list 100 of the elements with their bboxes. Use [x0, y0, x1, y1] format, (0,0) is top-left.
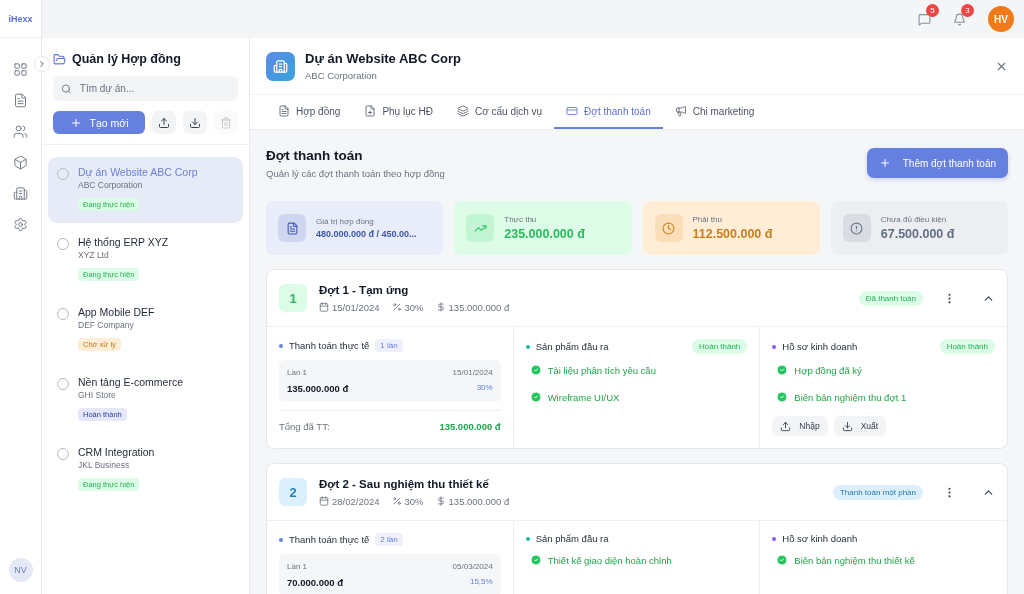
column-title: Thanh toán thực tế — [289, 340, 370, 351]
download-button[interactable] — [183, 111, 207, 134]
client-name: JKL Business — [78, 460, 130, 470]
stat-value: 112.500.000 đ — [692, 227, 773, 241]
stat-label: Phải thu — [692, 215, 723, 224]
box-icon — [13, 154, 28, 170]
entry-amount: 135.000.000 đ — [287, 383, 350, 394]
column-title: Sản phẩm đầu ra — [535, 341, 609, 352]
download-icon — [841, 420, 853, 432]
document-icon — [278, 105, 290, 117]
search-field[interactable]: Tìm dự án... — [53, 76, 238, 101]
batch-percent: 30% — [404, 301, 424, 313]
dollar-icon — [435, 496, 446, 506]
checklist-item: Thiết kế giao diện hoàn chỉnh — [547, 554, 672, 566]
building-icon — [13, 185, 28, 201]
batch-amount: 135.000.000 đ — [448, 495, 510, 507]
stat-label: Chưa đủ điều kiện — [880, 215, 948, 224]
batch-percent: 30% — [404, 495, 424, 507]
client-name: DEF Company — [78, 320, 134, 330]
check-circle-icon — [776, 364, 789, 376]
status-badge: Thanh toán một phần — [832, 484, 923, 500]
batch-amount: 135.000.000 đ — [448, 301, 510, 313]
import-button[interactable]: Nhập — [772, 416, 828, 436]
project-name: App Mobile DEF — [78, 306, 155, 318]
stat-value: 235.000.000 đ — [504, 227, 585, 241]
project-subtitle: ABC Corporation — [305, 70, 378, 81]
tab[interactable]: Cơ cấu dịch vụ — [444, 95, 555, 129]
stat-value: 67.500.000 đ — [880, 227, 955, 241]
trend-up-icon — [466, 214, 495, 242]
project-name: CRM Integration — [78, 446, 155, 458]
users-icon — [13, 123, 28, 139]
delete-button[interactable] — [214, 111, 238, 134]
add-payment-button[interactable]: Thêm đợt thanh toán — [866, 148, 1008, 178]
section-subtitle: Quản lý các đợt thanh toán theo hợp đồng — [266, 168, 445, 179]
dollar-icon — [435, 302, 446, 312]
entry-date: 05/03/2024 — [452, 562, 493, 571]
checklist-item: Hợp đồng đã ký — [794, 364, 862, 376]
percent-icon — [391, 496, 402, 506]
entry-amount: 70.000.000 đ — [287, 577, 344, 588]
calendar-icon — [319, 302, 329, 312]
check-circle-icon — [529, 554, 542, 566]
create-button[interactable]: Tạo mới — [53, 111, 145, 134]
checklist-item: Tài liệu phân tích yêu cầu — [547, 364, 656, 376]
project-title: Dự án Website ABC Corp — [305, 51, 463, 66]
expand-button[interactable] — [34, 56, 50, 72]
section-title: Đợt thanh toán — [266, 148, 364, 163]
checklist-item: Biên bản nghiệm thu đợt 1 — [794, 391, 907, 403]
check-circle-icon — [529, 364, 542, 376]
search-icon — [61, 82, 72, 95]
export-button[interactable]: Xuất — [833, 416, 887, 436]
batch-number: 2 — [279, 478, 307, 506]
total-label: Tổng đã TT: — [279, 421, 330, 432]
status-badge: Đã thanh toán — [858, 290, 923, 306]
plus-icon — [69, 116, 82, 129]
plus-icon — [878, 157, 891, 169]
upload-button[interactable] — [152, 111, 176, 134]
entry-label: Lần 1 — [287, 368, 309, 377]
message-icon[interactable] — [918, 12, 931, 26]
project-name: Nền tảng E-commerce — [78, 376, 184, 388]
percent-icon — [391, 302, 402, 312]
sidebar-title: Quản lý Hợp đồng — [72, 52, 181, 66]
document-icon — [13, 92, 28, 108]
column-title: Sản phẩm đầu ra — [535, 533, 609, 544]
chevron-right-icon — [37, 59, 47, 69]
client-name: ABC Corporation — [78, 180, 143, 190]
building-icon — [266, 51, 295, 81]
column-title: Hồ sơ kinh doanh — [782, 341, 858, 352]
batch-title: Đợt 2 - Sau nghiệm thu thiết kế — [319, 477, 490, 490]
status-badge: Hoàn thành — [691, 339, 748, 354]
bell-icon[interactable] — [953, 12, 966, 26]
info-icon — [842, 214, 871, 242]
notification-badge: 5 — [926, 3, 939, 17]
batch-title: Đợt 1 - Tạm ứng — [319, 283, 410, 296]
logo: iHexx — [0, 0, 41, 38]
client-name: GHI Store — [78, 390, 116, 400]
project-name: Dự án Website ABC Corp — [78, 166, 198, 178]
count-chip: 2 lần — [375, 533, 403, 546]
megaphone-icon — [674, 105, 687, 117]
entry-date: 15/01/2024 — [452, 368, 493, 377]
dashboard-icon — [13, 61, 28, 77]
entry-percent: 30% — [475, 383, 493, 394]
column-title: Hồ sơ kinh doanh — [782, 533, 858, 544]
document-icon — [278, 214, 306, 242]
tab[interactable]: Chi marketing — [662, 95, 767, 129]
stat-label: Giá trị hợp đồng — [316, 217, 375, 226]
download-icon — [189, 116, 201, 129]
checklist-item: Wireframe UI/UX — [547, 391, 620, 403]
trash-icon — [220, 116, 232, 129]
stat-value: 480.000.000 đ / 450.00... — [316, 229, 417, 239]
entry-percent: 15,5% — [468, 577, 493, 588]
folder-icon — [53, 52, 66, 66]
check-circle-icon — [529, 391, 542, 403]
settings-icon — [13, 216, 28, 232]
layers-icon — [456, 105, 469, 117]
count-chip: 1 lần — [375, 339, 403, 352]
tab[interactable]: Phụ lục HĐ — [352, 95, 445, 129]
calendar-icon — [319, 496, 329, 506]
tab[interactable]: Hợp đồng — [266, 95, 353, 129]
search-input[interactable]: Tìm dự án... — [77, 82, 230, 95]
file-plus-icon — [364, 105, 377, 117]
